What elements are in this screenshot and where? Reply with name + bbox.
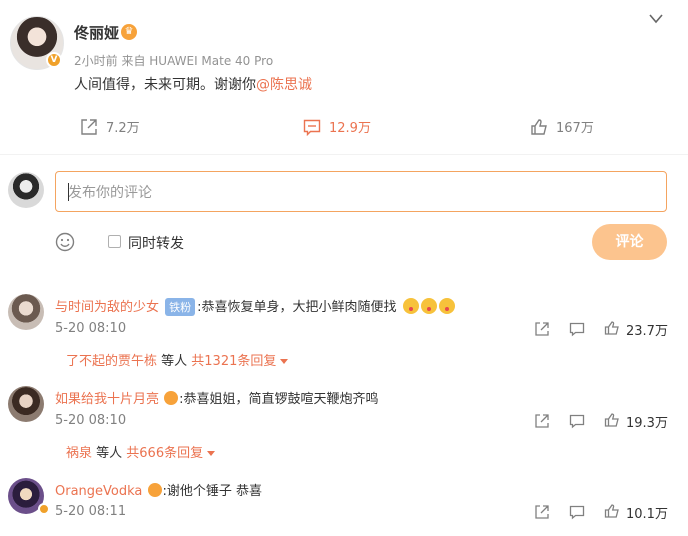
comment-like-count: 19.3万 [626, 416, 668, 431]
repost-icon[interactable] [534, 413, 550, 429]
commenter-avatar[interactable] [8, 294, 44, 330]
emoji-icon [420, 298, 437, 314]
repost-count: 7.2万 [106, 121, 140, 136]
comment-icon [303, 119, 321, 136]
comment-line: 如果给我十片月亮 :恭喜姐姐，简直锣鼓喧天鞭炮齐鸣 [55, 388, 379, 407]
mention-link[interactable]: @陈思诚 [256, 77, 312, 93]
comment-icon[interactable] [569, 504, 585, 520]
reply-mid: 等人 [92, 446, 127, 461]
repost-icon [81, 118, 97, 135]
author-name[interactable]: 佟丽娅 [74, 22, 119, 43]
comment-button[interactable]: 12.9万 [303, 117, 371, 136]
forward-label[interactable]: 同时转发 [128, 233, 184, 253]
comment-time: 5-20 08:11 [55, 504, 127, 519]
comment-like-count: 10.1万 [626, 507, 668, 522]
comment-like-count: 23.7万 [626, 324, 668, 339]
like-button[interactable]: 167万 [530, 117, 594, 136]
caret-down-icon [280, 359, 289, 364]
comment-text: :恭喜姐姐，简直锣鼓喧天鞭炮齐鸣 [179, 392, 379, 407]
crown-badge-icon [164, 391, 179, 405]
verified-badge-icon: V [46, 52, 62, 68]
comment-count: 12.9万 [329, 121, 371, 136]
caret-down-icon [207, 451, 216, 456]
comment-text: :恭喜恢复单身，大把小鲜肉随便找 [197, 300, 397, 315]
repost-icon[interactable] [534, 321, 550, 337]
reply-user[interactable]: 祸泉 [66, 446, 92, 461]
forward-checkbox[interactable] [108, 235, 121, 248]
thumbs-up-icon[interactable] [604, 320, 620, 336]
thumbs-up-icon[interactable] [604, 412, 620, 428]
crown-badge-icon: ♛ [121, 24, 137, 40]
verified-badge-icon [38, 503, 50, 515]
replies-link[interactable]: 祸泉 等人 共666条回复 [66, 442, 216, 461]
emoji-icon [402, 298, 419, 314]
reply-user[interactable]: 了不起的贾午栋 [66, 354, 157, 369]
commenter-name[interactable]: 与时间为敌的少女 [55, 300, 159, 315]
crown-badge-icon [147, 483, 162, 497]
reply-mid: 等人 [157, 354, 192, 369]
comment-line: 与时间为敌的少女 铁粉:恭喜恢复单身，大把小鲜肉随便找 [55, 296, 455, 316]
replies-link[interactable]: 了不起的贾午栋 等人 共1321条回复 [66, 350, 289, 369]
comment-time: 5-20 08:10 [55, 321, 127, 336]
comment-icon[interactable] [569, 321, 585, 337]
commenter-name[interactable]: 如果给我十片月亮 [55, 392, 159, 407]
reply-count[interactable]: 共1321条回复 [191, 354, 276, 369]
repost-icon[interactable] [534, 504, 550, 520]
commenter-avatar[interactable] [8, 386, 44, 422]
comment-line: OrangeVodka :谢他个锤子 恭喜 [55, 480, 262, 499]
like-count: 167万 [556, 121, 594, 136]
my-avatar [8, 172, 44, 208]
comment-icon[interactable] [569, 413, 585, 429]
comment-text: :谢他个锤子 恭喜 [162, 484, 263, 499]
post-body: 人间值得，未来可期。谢谢你 [74, 77, 256, 93]
reply-count[interactable]: 共666条回复 [126, 446, 203, 461]
post-meta: 2小时前 来自 HUAWEI Mate 40 Pro [74, 54, 274, 68]
submit-comment-button[interactable]: 评论 [592, 224, 667, 260]
comment-input[interactable]: 发布你的评论 [55, 171, 667, 212]
chevron-down-icon[interactable] [648, 12, 664, 26]
comment-time: 5-20 08:10 [55, 413, 127, 428]
post-text: 人间值得，未来可期。谢谢你@陈思诚 [74, 74, 312, 94]
thumbs-up-icon [531, 118, 547, 135]
emoji-icon[interactable] [55, 232, 75, 252]
emoji-icon [438, 298, 455, 314]
divider [0, 154, 688, 155]
thumbs-up-icon[interactable] [604, 503, 620, 519]
fan-badge: 铁粉 [165, 298, 196, 316]
commenter-name[interactable]: OrangeVodka [55, 484, 142, 499]
repost-button[interactable]: 7.2万 [80, 117, 140, 136]
